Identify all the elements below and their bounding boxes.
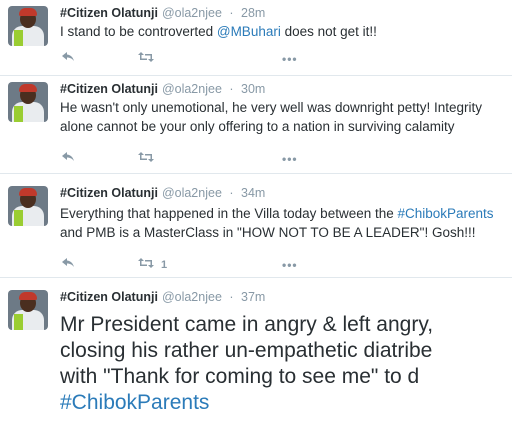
retweet-icon[interactable]: [138, 258, 154, 268]
display-name[interactable]: #Citizen Olatunji: [60, 6, 158, 20]
tweet-header: #Citizen Olatunji @ola2njee · 37m: [60, 290, 266, 304]
retweet-icon[interactable]: [138, 52, 154, 62]
tweet-text: I stand to be controverted @MBuhari does…: [60, 24, 377, 39]
reply-icon[interactable]: [62, 52, 74, 62]
tweet-header: #Citizen Olatunji @ola2njee · 30m: [60, 82, 266, 96]
retweet-icon[interactable]: [138, 152, 154, 162]
tweet-4[interactable]: #Citizen Olatunji @ola2njee · 37m Mr Pres…: [0, 278, 512, 425]
mention-link[interactable]: @MBuhari: [217, 24, 281, 39]
avatar[interactable]: [8, 6, 48, 46]
handle[interactable]: @ola2njee: [162, 82, 222, 96]
avatar[interactable]: [8, 82, 48, 122]
tweet-3[interactable]: #Citizen Olatunji @ola2njee · 34m Everyth…: [0, 174, 512, 278]
hashtag-link[interactable]: #ChibokParents: [398, 206, 494, 221]
timestamp[interactable]: 37m: [241, 290, 265, 304]
tweet-1[interactable]: #Citizen Olatunji @ola2njee · 28m I stand…: [0, 0, 512, 76]
tweet-header: #Citizen Olatunji @ola2njee · 28m: [60, 6, 266, 20]
handle[interactable]: @ola2njee: [162, 6, 222, 20]
hashtag-link[interactable]: #ChibokParents: [60, 390, 433, 416]
handle[interactable]: @ola2njee: [162, 186, 222, 200]
avatar[interactable]: [8, 290, 48, 330]
timestamp[interactable]: 34m: [241, 186, 265, 200]
display-name[interactable]: #Citizen Olatunji: [60, 290, 158, 304]
tweet-header: #Citizen Olatunji @ola2njee · 34m: [60, 186, 266, 200]
retweet-count: 1: [161, 259, 168, 271]
handle[interactable]: @ola2njee: [162, 290, 222, 304]
more-icon[interactable]: •••: [282, 152, 298, 166]
more-icon[interactable]: •••: [282, 258, 298, 272]
tweet-text: He wasn't only unemotional, he very well…: [60, 100, 483, 134]
tweet-2[interactable]: #Citizen Olatunji @ola2njee · 30m He wasn…: [0, 76, 512, 174]
reply-icon[interactable]: [62, 258, 74, 268]
display-name[interactable]: #Citizen Olatunji: [60, 82, 158, 96]
tweet-text: Everything that happened in the Villa to…: [60, 206, 494, 240]
avatar[interactable]: [8, 186, 48, 226]
tweet-text: Mr President came in angry & left angry,…: [60, 313, 434, 416]
reply-icon[interactable]: [62, 152, 74, 162]
display-name[interactable]: #Citizen Olatunji: [60, 186, 158, 200]
timestamp[interactable]: 30m: [241, 82, 265, 96]
more-icon[interactable]: •••: [282, 52, 298, 66]
timestamp[interactable]: 28m: [241, 6, 265, 20]
